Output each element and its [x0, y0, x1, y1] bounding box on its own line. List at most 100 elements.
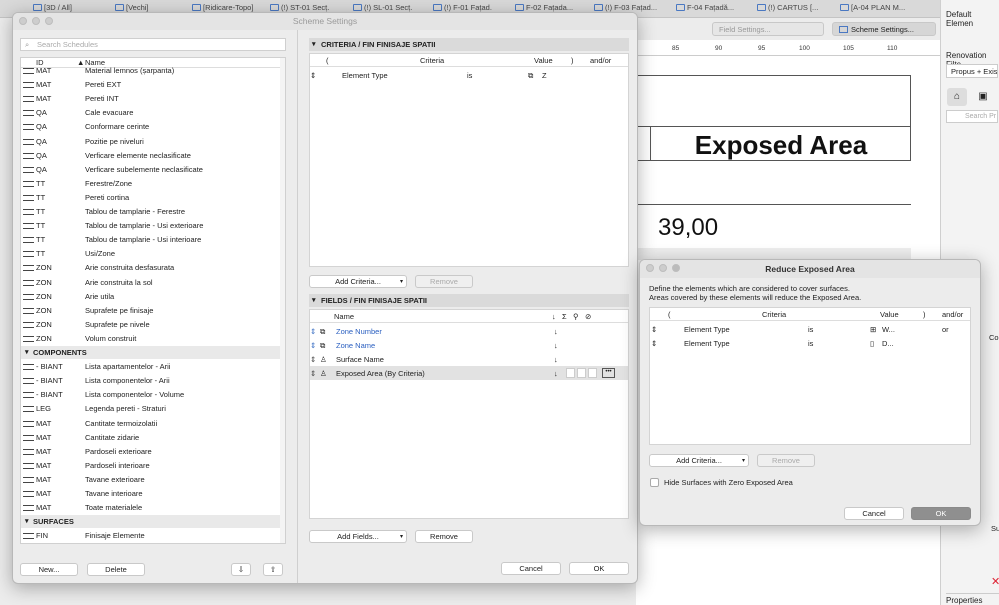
navigator-search[interactable]: Search Pr — [946, 110, 998, 123]
import-icon[interactable]: ⇩ — [231, 563, 251, 576]
criteria-operator[interactable]: is — [808, 325, 813, 334]
drag-handle-icon[interactable]: ⇕ — [310, 327, 316, 336]
list-item[interactable]: MAT Cantitate zidarie — [21, 431, 285, 445]
renovation-filter-select[interactable]: Propus + Exis — [946, 64, 998, 78]
minimize-window-button[interactable] — [32, 17, 40, 25]
sort-toggle-icon[interactable]: ↓ — [554, 369, 558, 378]
group-components[interactable]: COMPONENTS — [21, 346, 285, 359]
list-item[interactable]: MAT Toate materialele — [21, 501, 285, 515]
criteria-table[interactable]: ( Criteria Value ) and/or ⇕ Element Type… — [309, 53, 629, 267]
criteria-field[interactable]: Element Type — [684, 325, 730, 334]
list-item[interactable]: MAT Pereti INT — [21, 92, 285, 106]
group-surfaces[interactable]: SURFACES — [21, 515, 285, 529]
reduce-cancel-button[interactable]: Cancel — [844, 507, 904, 520]
list-item[interactable]: MAT Tavane interioare — [21, 487, 285, 501]
list-item[interactable]: TT Tablou de tamplarie - Usi interioare — [21, 233, 285, 247]
zoom-window-button[interactable] — [672, 264, 680, 272]
criteria-row[interactable]: ⇕ Element Type is ⧉ Z — [310, 68, 628, 82]
list-item[interactable]: - BIANT Lista componentelor - Arii — [21, 374, 285, 388]
list-item[interactable]: QA Verficare elemente neclasificate — [21, 149, 285, 163]
fields-header[interactable]: FIELDS / FIN FINISAJE SPATII — [309, 294, 629, 307]
drag-handle-icon[interactable]: ⇕ — [651, 325, 657, 334]
criteria-operator[interactable]: is — [808, 339, 813, 348]
criteria-field[interactable]: Element Type — [684, 339, 730, 348]
reduce-criteria-row[interactable]: ⇕ Element Type is ⊞ W... or — [650, 322, 970, 336]
list-item[interactable]: ZON Arie utila — [21, 290, 285, 304]
more-options-icon[interactable]: ••• — [602, 368, 615, 378]
list-item[interactable]: ZON Suprafete pe nivele — [21, 318, 285, 332]
view-tab[interactable]: F-04 Fațadă... — [676, 3, 748, 16]
close-window-button[interactable] — [19, 17, 27, 25]
reduce-criteria-table[interactable]: ( Criteria Value ) and/or ⇕ Element Type i… — [649, 307, 971, 445]
criteria-andor[interactable]: or — [942, 325, 949, 334]
list-item[interactable]: FIN Finisaje Spatii — [21, 543, 285, 544]
list-item[interactable]: TT Pereti cortina — [21, 191, 285, 205]
list-item[interactable]: MAT Cantitate termoizolatii — [21, 417, 285, 431]
list-item[interactable]: ZON Arie construita desfasurata — [21, 261, 285, 275]
field-row[interactable]: ⇕ ⧉ Zone Name ↓ — [310, 338, 628, 352]
add-fields-button[interactable]: Add Fields... ▾ — [309, 530, 407, 543]
drag-handle-icon[interactable]: ⇕ — [310, 341, 316, 350]
field-option-box[interactable] — [566, 368, 575, 378]
list-item[interactable]: MAT Material lemnos (șarpanta) — [21, 64, 285, 78]
view-map-icon[interactable]: ▣ — [973, 88, 993, 106]
drag-handle-icon[interactable]: ⇕ — [651, 339, 657, 348]
list-item[interactable]: - BIANT Lista apartamentelor - Arii — [21, 360, 285, 374]
list-item[interactable]: ZON Volum construit — [21, 332, 285, 346]
sort-toggle-icon[interactable]: ↓ — [554, 355, 558, 364]
cancel-button[interactable]: Cancel — [501, 562, 561, 575]
list-item[interactable]: ZON Arie construita la sol — [21, 276, 285, 290]
schedule-list[interactable]: ID ▲ Name MAT Material lemnos (șarpanta) M… — [20, 57, 286, 544]
schedule-search-input[interactable]: ⌕ Search Schedules — [20, 38, 286, 51]
list-item[interactable]: LEG Legenda pereti - Straturi — [21, 402, 285, 416]
reduce-remove-button[interactable]: Remove — [757, 454, 815, 467]
add-criteria-button[interactable]: Add Criteria... ▾ — [309, 275, 407, 288]
list-item[interactable]: QA Conformare cerinte — [21, 120, 285, 134]
close-window-button[interactable] — [646, 264, 654, 272]
view-tab[interactable]: (!) CARTUS [... — [757, 3, 829, 16]
list-item[interactable]: TT Tablou de tamplarie - Ferestre — [21, 205, 285, 219]
criteria-value[interactable]: W... — [882, 325, 895, 334]
remove-criteria-button[interactable]: Remove — [415, 275, 473, 288]
drag-handle-icon[interactable]: ⇕ — [310, 71, 316, 80]
hide-zero-surfaces-checkbox[interactable] — [650, 478, 659, 487]
field-settings-button[interactable]: Field Settings... — [712, 22, 824, 36]
list-item[interactable]: TT Tablou de tamplarie - Usi exterioare — [21, 219, 285, 233]
criteria-value[interactable]: D... — [882, 339, 894, 348]
scheme-settings-button[interactable]: Scheme Settings... — [832, 22, 936, 36]
list-item[interactable]: MAT Pardoseli interioare — [21, 459, 285, 473]
field-option-box[interactable] — [588, 368, 597, 378]
project-map-icon[interactable]: ⌂ — [947, 88, 967, 106]
close-icon[interactable]: ✕ — [991, 575, 999, 588]
drag-handle-icon[interactable]: ⇕ — [310, 369, 316, 378]
list-item[interactable]: ZON Suprafete pe finisaje — [21, 304, 285, 318]
view-tab[interactable]: [A-04 PLAN M... — [840, 3, 912, 16]
reduce-add-criteria-button[interactable]: Add Criteria... ▾ — [649, 454, 749, 467]
field-row[interactable]: ⇕ ♙ Surface Name ↓ — [310, 352, 628, 366]
list-item[interactable]: MAT Tavane exterioare — [21, 473, 285, 487]
list-item[interactable]: MAT Pardoseli exterioare — [21, 445, 285, 459]
ok-button[interactable]: OK — [569, 562, 629, 575]
fields-table[interactable]: Name ↓ Σ ⚲ ⊘ ⇕ ⧉ Zone Number ↓ ⇕ ⧉ Zone Name ↓ ⇕… — [309, 309, 629, 519]
list-item[interactable]: FIN Finisaje Elemente — [21, 529, 285, 543]
field-option-box[interactable] — [577, 368, 586, 378]
remove-field-button[interactable]: Remove — [415, 530, 473, 543]
list-item[interactable]: - BIANT Lista componentelor - Volume — [21, 388, 285, 402]
pane-divider[interactable] — [297, 30, 298, 583]
list-item[interactable]: QA Verficare subelemente neclasificate — [21, 163, 285, 177]
list-item[interactable]: TT Ferestre/Zone — [21, 177, 285, 191]
list-item[interactable]: TT Usi/Zone — [21, 247, 285, 261]
sort-toggle-icon[interactable]: ↓ — [554, 341, 558, 350]
zoom-window-button[interactable] — [45, 17, 53, 25]
field-row[interactable]: ⇕ ⧉ Zone Number ↓ — [310, 324, 628, 338]
drag-handle-icon[interactable]: ⇕ — [310, 355, 316, 364]
field-row[interactable]: ⇕ ♙ Exposed Area (By Criteria) ↓ ••• — [310, 366, 628, 380]
criteria-field[interactable]: Element Type — [342, 71, 388, 80]
sort-toggle-icon[interactable]: ↓ — [554, 327, 558, 336]
criteria-value[interactable]: Z — [542, 71, 547, 80]
export-icon[interactable]: ⇧ — [263, 563, 283, 576]
delete-schedule-button[interactable]: Delete — [87, 563, 145, 576]
new-schedule-button[interactable]: New... — [20, 563, 78, 576]
criteria-header[interactable]: CRITERIA / FIN FINISAJE SPATII — [309, 38, 629, 51]
reduce-ok-button[interactable]: OK — [911, 507, 971, 520]
